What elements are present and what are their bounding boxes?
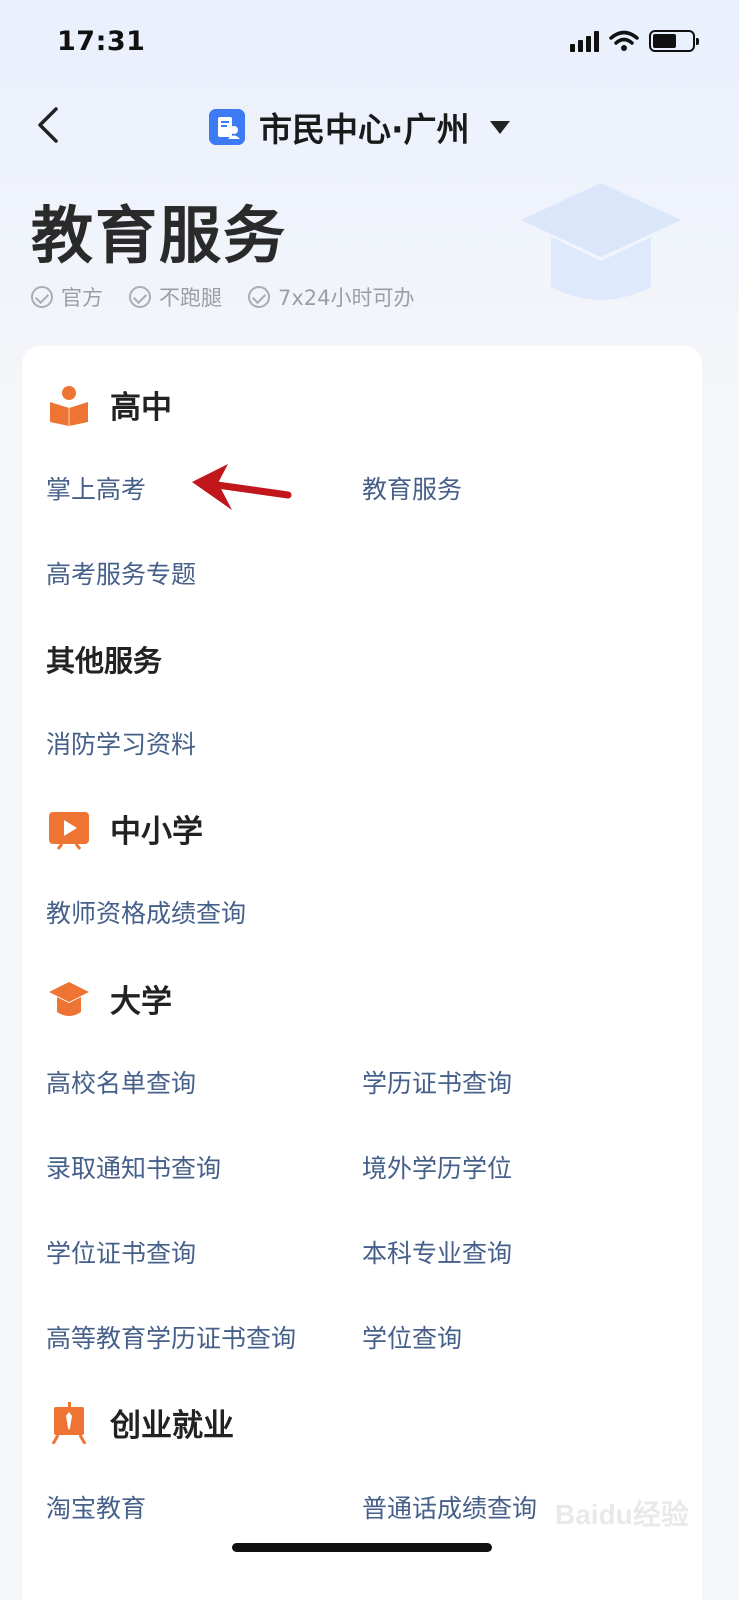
service-link[interactable]: 教师资格成绩查询	[46, 894, 246, 930]
check-circle-icon	[31, 286, 53, 308]
feature-tags: 官方 不跑腿 7x24小时可办	[31, 282, 415, 312]
service-link[interactable]: 本科专业查询	[362, 1234, 512, 1270]
feature-tag: 7x24小时可办	[248, 282, 415, 312]
book-reader-icon	[50, 385, 88, 426]
video-play-icon	[49, 811, 89, 850]
service-link[interactable]: 学历证书查询	[362, 1064, 512, 1100]
section-header-university: 大学	[48, 976, 172, 1021]
presentation-board-icon	[51, 1401, 87, 1444]
back-arrow-icon[interactable]	[32, 105, 66, 145]
service-link[interactable]: 掌上高考	[46, 470, 146, 506]
service-link[interactable]: 高校名单查询	[46, 1064, 196, 1100]
service-link[interactable]: 高考服务专题	[46, 555, 196, 591]
home-indicator[interactable]	[232, 1543, 492, 1552]
section-title: 中小学	[110, 814, 203, 850]
nav-bar: 市民中心·广州	[0, 95, 739, 155]
service-link[interactable]: 录取通知书查询	[46, 1149, 221, 1185]
service-link[interactable]: 学位查询	[362, 1319, 462, 1355]
feature-tag-label: 官方	[61, 286, 103, 310]
check-circle-icon	[248, 286, 270, 308]
feature-tag: 官方	[31, 282, 103, 312]
services-card: 高中 掌上高考 教育服务 高考服务专题 其他服务 消防学习资料 中小学 教师资格…	[22, 346, 702, 1600]
city-selector[interactable]: 市民中心·广州	[209, 103, 510, 151]
feature-tag-label: 7x24小时可办	[278, 286, 415, 310]
page-title: 教育服务	[31, 199, 288, 272]
service-link[interactable]: 高等教育学历证书查询	[46, 1319, 296, 1355]
graduation-cap-decoration-icon	[521, 183, 681, 300]
service-link[interactable]: 境外学历学位	[362, 1149, 512, 1185]
service-link[interactable]: 学位证书查询	[46, 1234, 196, 1270]
status-bar: 17:31	[0, 0, 739, 90]
nav-title: 市民中心·广州	[259, 110, 470, 149]
citizen-center-icon	[209, 109, 245, 145]
graduation-cap-icon	[49, 981, 89, 1016]
dropdown-triangle-icon	[489, 120, 510, 134]
check-circle-icon	[129, 286, 151, 308]
section-title: 大学	[110, 984, 172, 1020]
feature-tag-label: 不跑腿	[159, 286, 222, 310]
section-header-primary-secondary: 中小学	[48, 806, 203, 851]
section-header-entrepreneurship: 创业就业	[48, 1400, 234, 1445]
battery-icon	[649, 30, 699, 52]
section-title-other-services: 其他服务	[46, 644, 163, 678]
status-time: 17:31	[57, 26, 146, 57]
feature-tag: 不跑腿	[129, 282, 222, 312]
service-link[interactable]: 消防学习资料	[46, 725, 196, 761]
service-link[interactable]: 淘宝教育	[46, 1489, 146, 1525]
service-link[interactable]: 教育服务	[362, 470, 462, 506]
annotation-arrow-icon	[192, 464, 292, 510]
wifi-icon	[609, 30, 639, 51]
service-link[interactable]: 普通话成绩查询	[362, 1489, 537, 1525]
status-icons	[570, 30, 699, 52]
baidu-watermark: Baidu经验	[555, 1487, 695, 1537]
section-header-high-school: 高中	[48, 382, 172, 427]
cellular-signal-icon	[570, 30, 599, 52]
watermark-text: Baidu经验	[555, 1499, 689, 1530]
section-title: 高中	[110, 390, 172, 426]
section-title: 创业就业	[110, 1408, 234, 1444]
